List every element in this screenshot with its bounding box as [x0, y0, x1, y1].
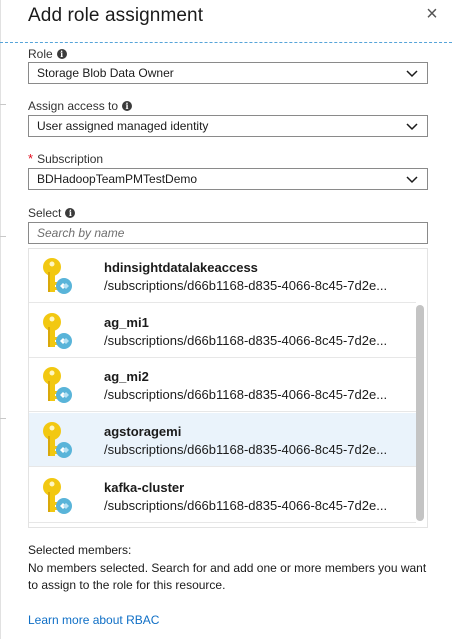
identity-path: /subscriptions/d66b1168-d835-4066-8c45-7… — [104, 498, 388, 513]
assign-access-label: Assign access to — [28, 99, 119, 113]
learn-more-rbac-link[interactable]: Learn more about RBAC — [28, 613, 159, 628]
managed-identity-key-icon — [39, 257, 75, 297]
identity-list[interactable]: hdinsightdatalakeaccess/subscriptions/d6… — [28, 248, 428, 528]
identity-name: hdinsightdatalakeaccess — [104, 260, 258, 275]
list-item[interactable]: agstoragemi/subscriptions/d66b1168-d835-… — [29, 413, 416, 467]
role-label: Role — [28, 47, 53, 61]
identity-path: /subscriptions/d66b1168-d835-4066-8c45-7… — [104, 442, 388, 457]
identity-path: /subscriptions/d66b1168-d835-4066-8c45-7… — [104, 387, 388, 402]
search-input[interactable] — [28, 222, 428, 244]
assign-access-dropdown-value: User assigned managed identity — [37, 119, 209, 133]
identity-path: /subscriptions/d66b1168-d835-4066-8c45-7… — [104, 333, 388, 348]
role-label-row: Role i — [28, 47, 67, 61]
identity-name: ag_mi1 — [104, 315, 149, 330]
assign-access-label-row: Assign access to i — [28, 99, 133, 113]
list-scrollbar[interactable] — [416, 305, 424, 521]
role-dropdown[interactable]: Storage Blob Data Owner — [28, 62, 428, 84]
subscription-dropdown-value: BDHadoopTeamPMTestDemo — [37, 172, 198, 186]
managed-identity-key-icon — [39, 366, 75, 406]
subscription-label: Subscription — [37, 152, 104, 166]
identity-name: agstoragemi — [104, 424, 182, 439]
selected-members-title: Selected members: — [28, 543, 132, 557]
list-item[interactable]: ag_mi2/subscriptions/d66b1168-d835-4066-… — [29, 358, 416, 412]
panel-title: Add role assignment — [28, 5, 204, 26]
left-divider-tick — [0, 104, 6, 105]
identity-path: /subscriptions/d66b1168-d835-4066-8c45-7… — [104, 278, 388, 293]
close-icon[interactable]: × — [422, 4, 442, 26]
left-divider-tick — [0, 236, 6, 237]
required-asterisk: * — [28, 151, 34, 166]
header-divider — [0, 42, 452, 43]
role-dropdown-value: Storage Blob Data Owner — [37, 66, 174, 80]
select-label-row: Select i — [28, 206, 76, 220]
panel-header: Add role assignment × — [28, 4, 442, 36]
managed-identity-key-icon — [39, 421, 75, 461]
subscription-dropdown[interactable]: BDHadoopTeamPMTestDemo — [28, 168, 428, 190]
info-icon[interactable]: i — [122, 101, 133, 111]
blade-left-edge — [0, 0, 1, 639]
assign-access-dropdown[interactable]: User assigned managed identity — [28, 115, 428, 137]
select-label: Select — [28, 206, 62, 220]
chevron-down-icon — [406, 70, 418, 78]
selected-members-description: No members selected. Search for and add … — [28, 561, 427, 592]
left-divider-tick — [0, 418, 6, 419]
chevron-down-icon — [406, 176, 418, 184]
identity-name: ag_mi2 — [104, 369, 149, 384]
info-icon[interactable]: i — [65, 208, 76, 218]
list-item[interactable]: kafka-cluster/subscriptions/d66b1168-d83… — [29, 469, 416, 523]
list-item[interactable]: hdinsightdatalakeaccess/subscriptions/d6… — [29, 249, 416, 303]
managed-identity-key-icon — [39, 312, 75, 352]
subscription-label-row: * Subscription — [28, 151, 104, 167]
managed-identity-key-icon — [39, 477, 75, 517]
chevron-down-icon — [406, 123, 418, 131]
list-item[interactable]: ag_mi1/subscriptions/d66b1168-d835-4066-… — [29, 304, 416, 358]
info-icon[interactable]: i — [56, 49, 67, 59]
identity-name: kafka-cluster — [104, 480, 185, 495]
